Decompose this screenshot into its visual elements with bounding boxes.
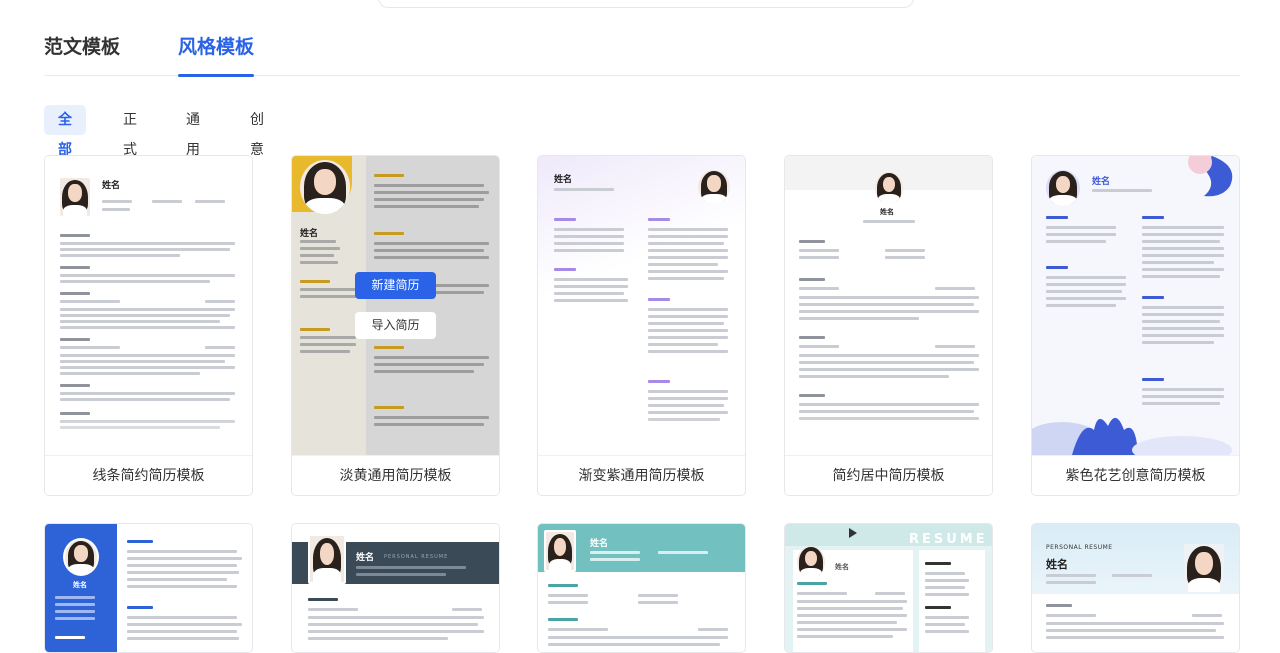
template-card-teal[interactable]: 姓名 [537, 523, 746, 653]
template-thumbnail: 姓名 PERSONAL RESUME [292, 524, 499, 652]
resume-name: 姓名 [554, 175, 573, 185]
avatar [60, 178, 90, 216]
template-card-line-simple[interactable]: 姓名 线条简约简历模板 [44, 155, 253, 496]
template-card-dark-header[interactable]: 姓名 PERSONAL RESUME [291, 523, 500, 653]
template-card-blue-sidebar[interactable]: 姓名 [44, 523, 253, 653]
template-name: 渐变紫通用简历模板 [538, 455, 745, 495]
resume-name: 姓名 [1092, 177, 1111, 187]
avatar [544, 530, 576, 572]
resume-name: 姓名 [102, 181, 121, 191]
new-resume-button[interactable]: 新建简历 [355, 272, 436, 299]
filter-creative[interactable]: 创意 [236, 105, 278, 158]
template-thumbnail: 姓名 [538, 524, 745, 652]
template-card-purple-floral[interactable]: 姓名 紫色花艺创意简历模板 [1031, 155, 1240, 496]
resume-subtitle: PERSONAL RESUME [1046, 544, 1113, 551]
template-thumbnail: 姓名 [45, 524, 252, 652]
floral-bottom-decoration [1032, 417, 1232, 455]
resume-name: 姓名 [300, 229, 319, 239]
import-resume-button[interactable]: 导入简历 [355, 312, 436, 339]
template-name: 简约居中简历模板 [785, 455, 992, 495]
template-category-tabs: 范文模板 风格模板 [44, 32, 1240, 77]
avatar [1046, 170, 1080, 206]
filter-all[interactable]: 全部 [44, 105, 86, 158]
template-thumbnail: 姓名 [1032, 156, 1239, 455]
template-card-light-yellow[interactable]: 姓名 新建简历 导入简历 淡黄通用简历模板 [291, 155, 500, 496]
avatar [63, 538, 99, 576]
template-thumbnail: RESUME 姓名 [785, 524, 992, 652]
template-name: 线条简约简历模板 [45, 455, 252, 495]
avatar [797, 546, 825, 578]
avatar [300, 160, 350, 214]
resume-name: 姓名 [880, 208, 894, 216]
template-card-light-teal-resume[interactable]: RESUME 姓名 [784, 523, 993, 653]
search-bar-remnant [378, 0, 914, 8]
floral-decoration [1188, 156, 1233, 197]
resume-name: 姓名 [1046, 558, 1068, 571]
template-thumbnail: 姓名 [538, 156, 745, 455]
resume-name: 姓名 [356, 553, 375, 563]
avatar [1184, 544, 1224, 592]
template-thumbnail: 姓名 新建简历 导入简历 [292, 156, 499, 455]
tab-style-templates[interactable]: 风格模板 [178, 32, 255, 77]
template-thumbnail: PERSONAL RESUME 姓名 [1032, 524, 1239, 652]
resume-name: 姓名 [73, 581, 87, 589]
avatar [875, 172, 903, 204]
banner-decoration [940, 0, 1030, 22]
resume-name: 姓名 [590, 539, 609, 549]
template-name: 紫色花艺创意简历模板 [1032, 455, 1239, 495]
template-name: 淡黄通用简历模板 [292, 455, 499, 495]
template-card-simple-centered[interactable]: 姓名 简约居中简历模板 [784, 155, 993, 496]
avatar [698, 170, 730, 204]
resume-subtitle: PERSONAL RESUME [384, 554, 449, 560]
resume-subtitle: RESUME [909, 532, 988, 547]
template-thumbnail: 姓名 [45, 156, 252, 455]
tab-sample-templates[interactable]: 范文模板 [44, 32, 120, 76]
template-card-personal-resume-sky[interactable]: PERSONAL RESUME 姓名 [1031, 523, 1240, 653]
avatar [308, 534, 346, 584]
resume-name: 姓名 [835, 563, 849, 571]
template-thumbnail: 姓名 [785, 156, 992, 455]
template-card-gradient-purple[interactable]: 姓名 渐变紫通用简历模板 [537, 155, 746, 496]
filter-formal[interactable]: 正式 [109, 105, 151, 158]
filter-general[interactable]: 通用 [172, 105, 214, 158]
